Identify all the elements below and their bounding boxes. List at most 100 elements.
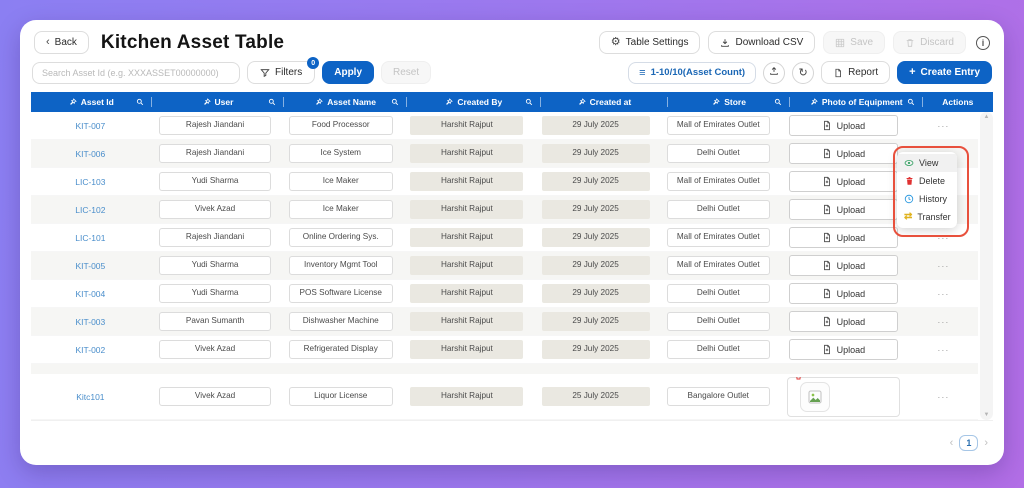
user-cell[interactable]: Yudi Sharma [159,172,271,190]
asset-name-cell[interactable]: Inventory Mgmt Tool [289,256,393,274]
pin-icon[interactable] [810,98,818,106]
menu-item-transfer[interactable]: ⇄ Transfer [897,208,957,226]
apply-button[interactable]: Apply [322,61,374,84]
search-input[interactable] [32,62,240,84]
create-entry-button[interactable]: + Create Entry [897,61,992,84]
asset-id-link[interactable]: KIT-005 [75,261,105,271]
store-cell[interactable]: Delhi Outlet [667,200,770,218]
column-search-icon[interactable] [136,98,144,106]
asset-name-cell[interactable]: Ice Maker [289,172,393,190]
asset-name-cell[interactable]: Ice System [289,144,393,162]
upload-button[interactable]: Upload [789,143,899,164]
store-cell[interactable]: Mall of Emirates Outlet [667,256,770,274]
column-search-icon[interactable] [525,98,533,106]
row-actions-button[interactable]: ··· [937,233,949,243]
save-button[interactable]: Save [823,31,885,54]
asset-id-link[interactable]: LIC-103 [75,177,105,187]
prev-page-button[interactable]: ‹ [950,437,954,449]
store-cell[interactable]: Delhi Outlet [667,340,770,358]
pin-icon[interactable] [712,98,720,106]
asset-id-link[interactable]: KIT-003 [75,317,105,327]
asset-name-cell[interactable]: Ice Maker [289,200,393,218]
column-search-icon[interactable] [391,98,399,106]
asset-id-link[interactable]: LIC-101 [75,233,105,243]
user-cell[interactable]: Rajesh Jiandani [159,228,271,246]
asset-name-cell[interactable]: Food Processor [289,116,393,134]
vertical-scrollbar[interactable]: ▲ ▼ [980,112,993,420]
store-cell[interactable]: Delhi Outlet [667,312,770,330]
menu-item-history[interactable]: History [897,190,957,208]
delete-photo-icon[interactable] [794,377,803,381]
user-cell[interactable]: Vivek Azad [159,387,271,405]
pin-icon[interactable] [578,98,586,106]
row-actions-button[interactable]: ··· [937,121,949,131]
store-cell[interactable]: Mall of Emirates Outlet [667,116,770,134]
asset-id-link[interactable]: KIT-004 [75,289,105,299]
store-cell[interactable]: Delhi Outlet [667,284,770,302]
store-cell[interactable]: Bangalore Outlet [667,387,770,405]
scroll-down-icon[interactable]: ▼ [984,412,990,418]
next-page-button[interactable]: › [984,437,988,449]
upload-button[interactable]: Upload [789,199,899,220]
table-row: KIT-005 Yudi Sharma Inventory Mgmt Tool … [31,252,978,280]
pin-icon[interactable] [315,98,323,106]
download-csv-button[interactable]: Download CSV [708,31,815,54]
asset-name-cell[interactable]: Refrigerated Display [289,340,393,358]
user-cell[interactable]: Pavan Sumanth [159,312,271,330]
refresh-button[interactable]: ↻ [792,62,814,84]
user-cell[interactable]: Rajesh Jiandani [159,116,271,134]
info-icon[interactable]: i [976,36,990,50]
row-actions-button[interactable]: ··· [937,317,949,327]
asset-name-cell[interactable]: Liquor License [289,387,393,405]
filters-button[interactable]: Filters 0 [247,61,315,84]
scroll-up-icon[interactable]: ▲ [984,114,990,120]
upload-button[interactable]: Upload [789,255,899,276]
reset-button[interactable]: Reset [381,61,431,84]
menu-item-view[interactable]: View [897,154,957,172]
asset-id-link[interactable]: LIC-102 [75,205,105,215]
photo-cell[interactable] [787,377,899,417]
asset-id-link[interactable]: KIT-006 [75,149,105,159]
store-cell[interactable]: Mall of Emirates Outlet [667,172,770,190]
upload-button[interactable]: Upload [789,227,899,248]
upload-button[interactable]: Upload [789,171,899,192]
column-search-icon[interactable] [774,98,782,106]
asset-count-chip[interactable]: ≡ 1-10/10(Asset Count) [628,62,756,84]
table-settings-button[interactable]: ⚙ Table Settings [599,31,701,54]
report-button[interactable]: Report [821,61,890,84]
pin-icon[interactable] [203,98,211,106]
asset-id-link[interactable]: KIT-007 [75,121,105,131]
page-number-button[interactable]: 1 [959,435,978,451]
export-button[interactable] [763,62,785,84]
store-cell[interactable]: Mall of Emirates Outlet [667,228,770,246]
menu-item-delete[interactable]: Delete [897,172,957,190]
created-by-cell: Harshit Rajput [410,284,523,302]
back-button[interactable]: ‹ Back [34,31,89,54]
upload-button[interactable]: Upload [789,283,899,304]
asset-name-cell[interactable]: Dishwasher Machine [289,312,393,330]
discard-button[interactable]: Discard [893,31,966,54]
asset-id-link[interactable]: Kitc101 [76,392,104,402]
upload-button[interactable]: Upload [789,311,899,332]
photo-thumbnail[interactable] [800,382,830,412]
user-cell[interactable]: Vivek Azad [159,340,271,358]
asset-name-cell[interactable]: Online Ordering Sys. [289,228,393,246]
row-actions-button[interactable]: ··· [937,261,949,271]
user-cell[interactable]: Yudi Sharma [159,256,271,274]
column-search-icon[interactable] [907,98,915,106]
asset-name-cell[interactable]: POS Software License [289,284,393,302]
row-actions-button[interactable]: ··· [937,289,949,299]
pin-icon[interactable] [69,98,77,106]
row-actions-button[interactable]: ··· [937,345,949,355]
upload-button[interactable]: Upload [789,339,899,360]
row-actions-button[interactable]: ··· [937,392,949,402]
upload-button[interactable]: Upload [789,115,899,136]
store-cell[interactable]: Delhi Outlet [667,144,770,162]
user-cell[interactable]: Vivek Azad [159,200,271,218]
main-panel: ‹ Back Kitchen Asset Table ⚙ Table Setti… [20,20,1004,465]
column-search-icon[interactable] [268,98,276,106]
asset-id-link[interactable]: KIT-002 [75,345,105,355]
user-cell[interactable]: Rajesh Jiandani [159,144,271,162]
user-cell[interactable]: Yudi Sharma [159,284,271,302]
pin-icon[interactable] [445,98,453,106]
